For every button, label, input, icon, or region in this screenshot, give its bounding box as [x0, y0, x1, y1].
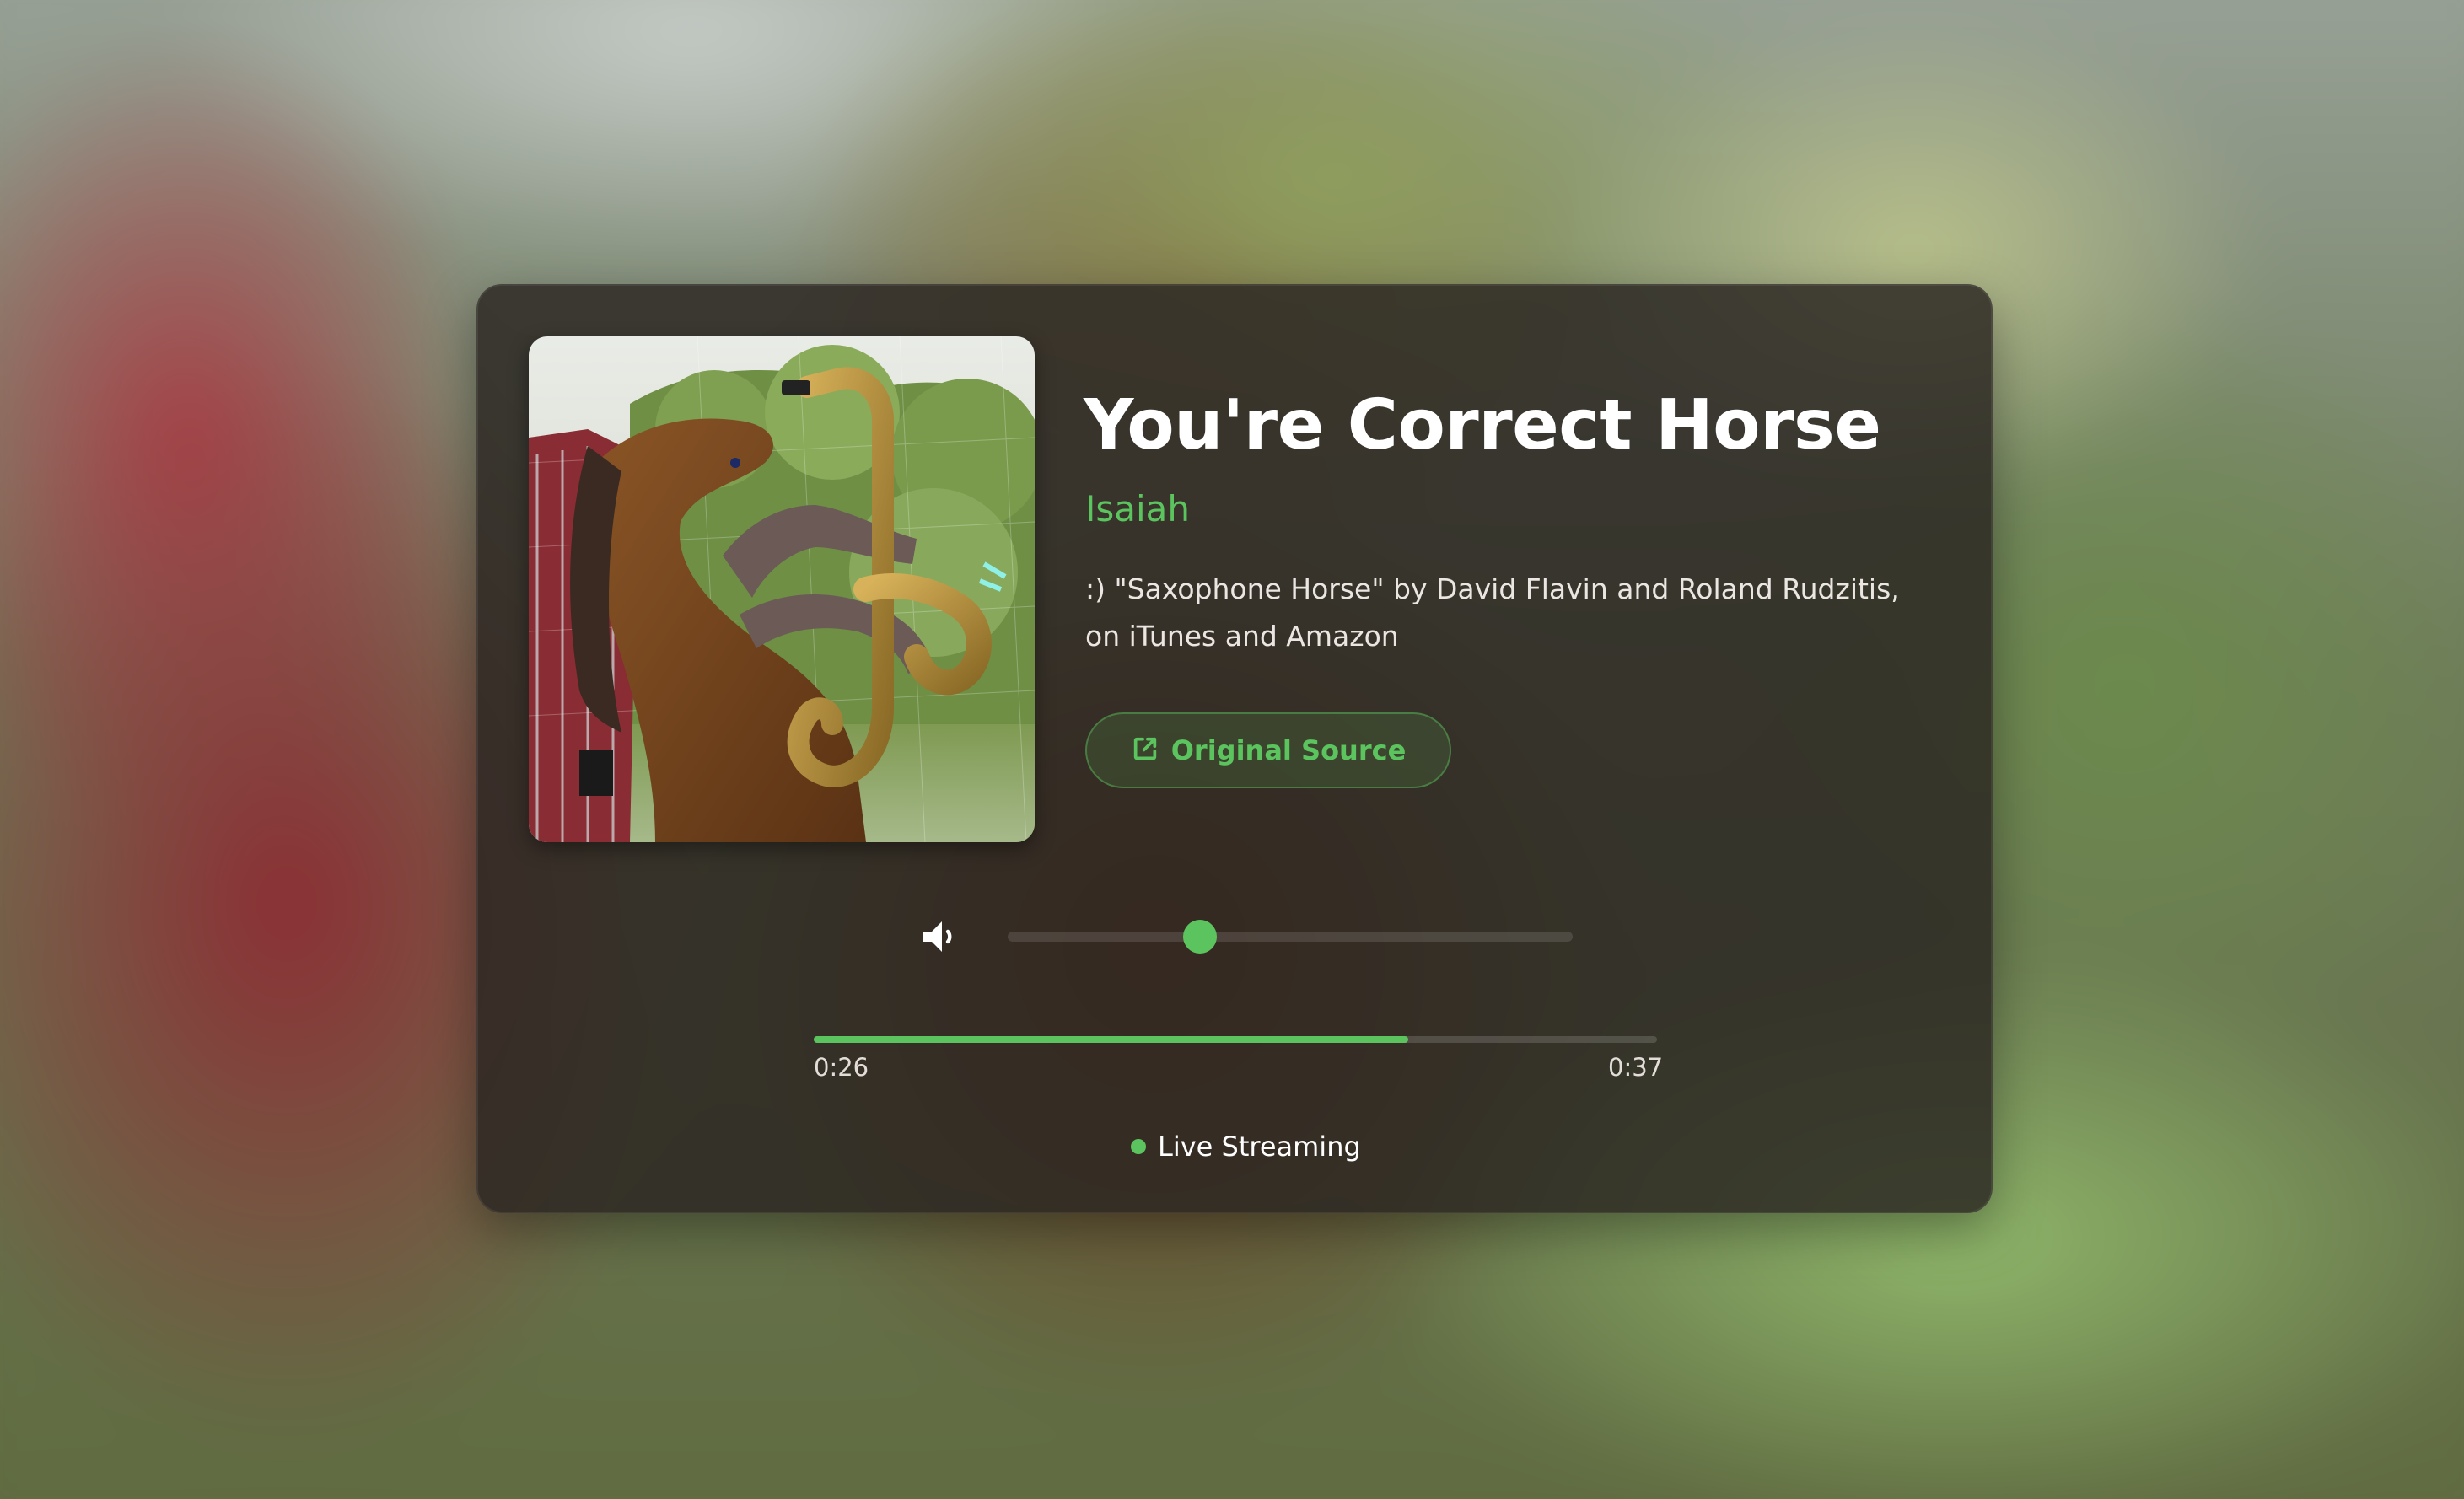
volume-slider[interactable]: [1008, 920, 1573, 954]
live-streaming-label: Live Streaming: [1158, 1131, 1361, 1163]
volume-icon[interactable]: [918, 915, 962, 959]
live-indicator-dot: [1131, 1139, 1146, 1154]
live-streaming-status: Live Streaming: [1131, 1131, 1361, 1163]
total-time: 0:37: [1608, 1053, 1664, 1082]
volume-slider-thumb[interactable]: [1182, 920, 1217, 954]
progress-bar[interactable]: [814, 1036, 1657, 1043]
track-title: You're Correct Horse: [1084, 385, 1881, 465]
album-art: [529, 336, 1035, 842]
original-source-button[interactable]: Original Source: [1085, 712, 1451, 788]
original-source-label: Original Source: [1170, 734, 1407, 766]
current-time: 0:26: [814, 1053, 869, 1082]
artist-name: Isaiah: [1085, 488, 1191, 529]
track-description: :) "Saxophone Horse" by David Flavin and…: [1085, 572, 1900, 653]
player-card: You're Correct Horse Isaiah :) "Saxophon…: [476, 284, 1993, 1213]
progress-bar-fill: [814, 1036, 1408, 1043]
external-link-icon: [1131, 734, 1159, 766]
